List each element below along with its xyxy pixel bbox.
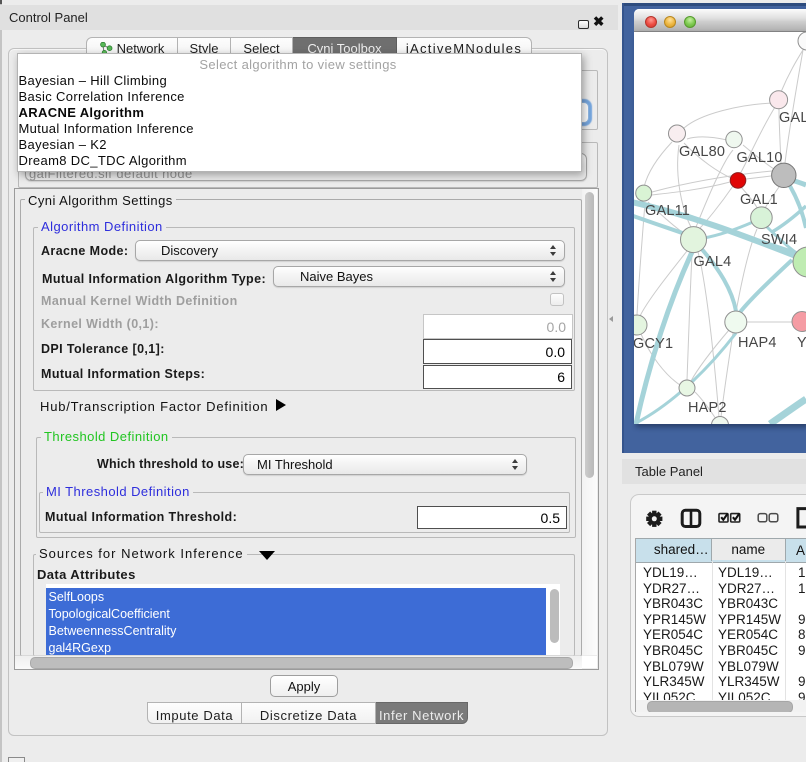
svg-text:GAL80: GAL80 bbox=[679, 144, 725, 160]
svg-text:GAL10: GAL10 bbox=[737, 150, 783, 166]
svg-text:GAL1: GAL1 bbox=[740, 192, 778, 208]
svg-text:HAP2: HAP2 bbox=[688, 400, 727, 416]
svg-text:GAL11: GAL11 bbox=[645, 203, 690, 219]
svg-text:GCY1: GCY1 bbox=[634, 336, 673, 352]
svg-text:SWI4: SWI4 bbox=[761, 232, 797, 248]
svg-text:GAL7: GAL7 bbox=[779, 110, 806, 126]
svg-text:HAP4: HAP4 bbox=[738, 335, 777, 351]
svg-text:Y: Y bbox=[797, 335, 806, 351]
svg-text:GAL4: GAL4 bbox=[694, 254, 732, 270]
